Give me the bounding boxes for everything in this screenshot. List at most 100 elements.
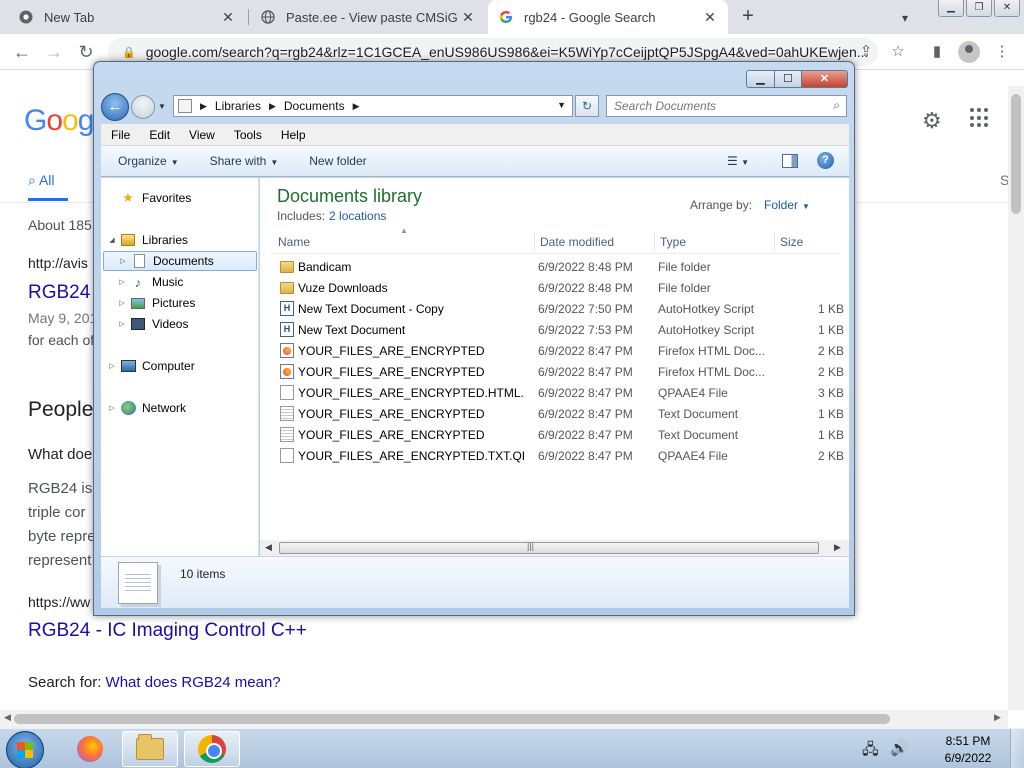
- organize-button[interactable]: Organize ▼: [101, 154, 193, 168]
- collapsed-arrow-icon[interactable]: ▷: [117, 320, 127, 328]
- volume-icon[interactable]: 🔊: [890, 739, 909, 757]
- column-divider[interactable]: [654, 232, 655, 252]
- file-row[interactable]: YOUR_FILES_ARE_ENCRYPTED.HTML.QP... 6/9/2…: [270, 382, 850, 403]
- locations-link[interactable]: 2 locations: [329, 209, 386, 223]
- search-for-link[interactable]: What does RGB24 mean?: [106, 674, 281, 691]
- search-box[interactable]: ⌕: [606, 95, 847, 117]
- taskbar-chrome[interactable]: [184, 731, 240, 767]
- restore-icon[interactable]: ❐: [966, 0, 992, 17]
- profile-avatar-icon[interactable]: [958, 41, 980, 63]
- arrange-by-dropdown[interactable]: Folder ▼: [764, 198, 810, 212]
- back-arrow-icon[interactable]: ←: [101, 93, 129, 121]
- nav-videos[interactable]: ▷ Videos: [117, 314, 188, 334]
- column-divider[interactable]: [774, 232, 775, 252]
- clock[interactable]: 8:51 PM 6/9/2022: [928, 733, 1008, 767]
- breadcrumb-chevron-icon[interactable]: ▶: [269, 101, 276, 112]
- file-row[interactable]: YOUR_FILES_ARE_ENCRYPTED.TXT.QPaae4 6/9/2…: [270, 445, 850, 466]
- back-arrow-icon[interactable]: ←: [10, 40, 34, 64]
- collapsed-arrow-icon[interactable]: ▷: [118, 257, 128, 265]
- expanded-arrow-icon[interactable]: ◢: [107, 236, 117, 244]
- minimize-icon[interactable]: ▁: [746, 70, 775, 88]
- scroll-left-icon[interactable]: ◀: [4, 712, 11, 723]
- scroll-left-icon[interactable]: ◀: [265, 542, 272, 553]
- forward-arrow-icon[interactable]: [131, 95, 155, 119]
- reload-icon[interactable]: ↻: [74, 40, 98, 64]
- column-size[interactable]: Size: [780, 235, 803, 249]
- collapsed-arrow-icon[interactable]: ▷: [117, 299, 127, 307]
- breadcrumb-libraries[interactable]: Libraries: [215, 99, 261, 113]
- file-row[interactable]: YOUR_FILES_ARE_ENCRYPTED 6/9/2022 8:47 PM…: [270, 340, 850, 361]
- scroll-right-icon[interactable]: ▶: [834, 542, 841, 553]
- page-vertical-scrollbar[interactable]: [1008, 86, 1024, 710]
- tab-search-chevron-icon[interactable]: ▾: [895, 8, 915, 28]
- share-with-button[interactable]: Share with ▼: [193, 154, 293, 168]
- close-tab-icon[interactable]: ✕: [460, 9, 476, 25]
- google-logo[interactable]: Goog: [24, 104, 94, 138]
- file-row[interactable]: YOUR_FILES_ARE_ENCRYPTED 6/9/2022 8:47 PM…: [270, 361, 850, 382]
- collapsed-arrow-icon[interactable]: ▷: [117, 278, 127, 286]
- browser-tab-google-search[interactable]: rgb24 - Google Search ✕: [488, 0, 728, 34]
- file-row[interactable]: Bandicam 6/9/2022 8:48 PM File folder: [270, 256, 850, 277]
- scrollbar-thumb[interactable]: [14, 714, 890, 724]
- scrollbar-thumb[interactable]: [279, 542, 819, 554]
- file-row[interactable]: H New Text Document - Copy 6/9/2022 7:50 P…: [270, 298, 850, 319]
- refresh-icon[interactable]: ↻: [575, 95, 599, 117]
- scrollbar-thumb[interactable]: [1011, 94, 1021, 214]
- search-input[interactable]: [614, 99, 814, 113]
- change-view-icon[interactable]: ☰ ▼: [727, 154, 749, 168]
- file-row[interactable]: Vuze Downloads 6/9/2022 8:48 PM File folde…: [270, 277, 850, 298]
- network-tray-icon[interactable]: 🖧: [862, 739, 879, 764]
- browser-tab-new-tab[interactable]: New Tab ✕: [8, 0, 246, 34]
- nav-documents[interactable]: ▷ Documents: [103, 251, 257, 271]
- browser-tab-paste[interactable]: Paste.ee - View paste CMSiG ✕: [250, 0, 486, 34]
- file-list-horizontal-scrollbar[interactable]: ◀ ||| ▶: [260, 540, 849, 556]
- close-tab-icon[interactable]: ✕: [220, 9, 236, 25]
- menu-view[interactable]: View: [179, 128, 224, 142]
- maximize-icon[interactable]: ☐: [775, 70, 802, 88]
- gear-icon[interactable]: ⚙: [922, 108, 942, 134]
- page-horizontal-scrollbar[interactable]: ◀ ▶: [0, 710, 1008, 728]
- file-row[interactable]: H New Text Document 6/9/2022 7:53 PM AutoHo…: [270, 319, 850, 340]
- menu-file[interactable]: File: [101, 128, 139, 142]
- column-type[interactable]: Type: [660, 235, 686, 249]
- nav-computer[interactable]: ▷ Computer: [107, 356, 194, 376]
- side-panel-icon[interactable]: ▮: [927, 42, 947, 62]
- preview-pane-icon[interactable]: [782, 154, 798, 168]
- apps-grid-icon[interactable]: [970, 108, 990, 128]
- column-date[interactable]: Date modified: [540, 235, 614, 249]
- scroll-right-icon[interactable]: ▶: [994, 712, 1001, 723]
- address-dropdown-icon[interactable]: ▼: [557, 100, 566, 110]
- more-menu-icon[interactable]: ⋮: [992, 42, 1012, 62]
- nav-music[interactable]: ▷ ♪ Music: [117, 272, 183, 292]
- breadcrumb-chevron-icon[interactable]: ▶: [353, 101, 360, 112]
- nav-libraries[interactable]: ◢ Libraries: [107, 230, 188, 250]
- close-tab-icon[interactable]: ✕: [702, 9, 718, 25]
- start-button[interactable]: [6, 731, 44, 768]
- file-row[interactable]: YOUR_FILES_ARE_ENCRYPTED 6/9/2022 8:47 PM…: [270, 424, 850, 445]
- new-tab-plus-icon[interactable]: +: [736, 5, 760, 29]
- new-folder-button[interactable]: New folder: [292, 154, 380, 168]
- menu-edit[interactable]: Edit: [139, 128, 179, 142]
- close-icon[interactable]: ✕: [994, 0, 1020, 17]
- minimize-icon[interactable]: ▁: [938, 0, 964, 17]
- nav-network[interactable]: ▷ Network: [107, 398, 186, 418]
- show-desktop-button[interactable]: [1010, 729, 1024, 768]
- address-bar[interactable]: ▶ Libraries ▶ Documents ▶ ▼: [173, 95, 573, 117]
- taskbar-firefox[interactable]: [62, 731, 118, 767]
- collapsed-arrow-icon[interactable]: ▷: [107, 362, 117, 370]
- menu-help[interactable]: Help: [271, 128, 315, 142]
- column-name[interactable]: Name: [278, 235, 310, 249]
- recent-pages-chevron-icon[interactable]: ▼: [158, 102, 166, 111]
- close-icon[interactable]: ✕: [802, 70, 848, 88]
- nav-favorites[interactable]: ★ Favorites: [107, 188, 191, 208]
- taskbar-explorer[interactable]: [122, 731, 178, 767]
- collapsed-arrow-icon[interactable]: ▷: [107, 404, 117, 412]
- bookmark-star-icon[interactable]: ☆: [888, 42, 908, 62]
- breadcrumb-documents[interactable]: Documents: [284, 99, 345, 113]
- nav-pictures[interactable]: ▷ Pictures: [117, 293, 195, 313]
- breadcrumb-chevron-icon[interactable]: ▶: [200, 101, 207, 112]
- result-title-link[interactable]: RGB24 - IC Imaging Control C++: [28, 620, 307, 642]
- menu-tools[interactable]: Tools: [224, 128, 271, 142]
- result-title-link[interactable]: RGB24: [28, 282, 90, 304]
- share-icon[interactable]: ⇪: [856, 42, 876, 62]
